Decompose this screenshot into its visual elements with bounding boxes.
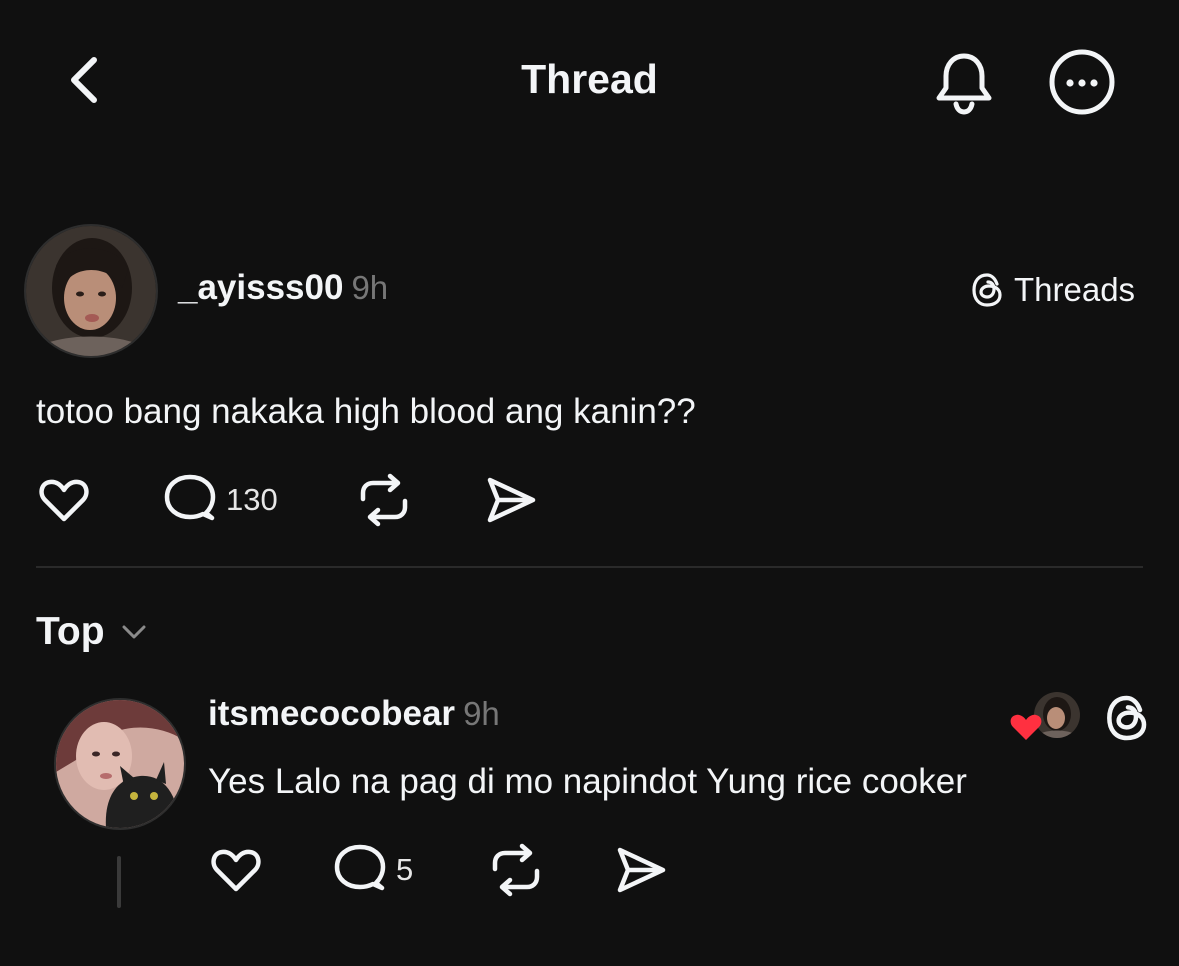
send-icon [487, 477, 536, 523]
post-header: _ayisss00 9h [178, 268, 388, 308]
post-text: totoo bang nakaka high blood ang kanin?? [36, 392, 696, 431]
reply-reply-count: 5 [396, 852, 414, 887]
more-circle-icon [1049, 49, 1115, 115]
profile-photo [56, 700, 184, 828]
threads-logo-icon [1107, 695, 1147, 741]
post-timestamp: 9h [351, 269, 389, 306]
repost-button[interactable] [356, 472, 412, 528]
reply-header: itsmecocobear 9h [208, 694, 500, 734]
more-options-button[interactable] [1046, 46, 1118, 118]
comment-icon [334, 844, 386, 891]
send-icon [617, 847, 666, 893]
reply-share-button[interactable] [612, 842, 668, 898]
avatar[interactable] [24, 224, 158, 358]
threads-badge[interactable]: Threads [970, 270, 1135, 310]
reply-like-button[interactable] [208, 842, 264, 898]
thread-connector-line [117, 856, 121, 908]
profile-photo [26, 226, 156, 356]
post-username[interactable]: _ayisss00 [178, 268, 343, 307]
author-liked-indicator [1008, 690, 1084, 746]
bell-icon [936, 53, 992, 115]
heart-icon [211, 849, 261, 892]
reply-text: Yes Lalo na pag di mo napindot Yung rice… [208, 762, 967, 801]
repost-icon [360, 473, 408, 527]
reply-username[interactable]: itsmecocobear [208, 694, 455, 733]
threads-badge-label: Threads [1014, 271, 1136, 308]
like-button[interactable] [36, 472, 92, 528]
reply-count: 130 [226, 482, 278, 517]
repost-icon [492, 843, 540, 897]
reply-button[interactable]: 130 [162, 472, 278, 528]
threads-logo-icon [972, 273, 1002, 307]
comment-icon [164, 474, 216, 521]
sort-dropdown[interactable]: Top [36, 610, 149, 654]
heart-icon [39, 479, 89, 522]
reply-reply-button[interactable]: 5 [332, 842, 413, 898]
chevron-down-icon [122, 625, 146, 639]
sort-label: Top [36, 610, 105, 653]
reply-avatar[interactable] [54, 698, 186, 830]
reply-timestamp: 9h [463, 695, 500, 732]
page-title: Thread [521, 56, 658, 102]
reply-repost-button[interactable] [488, 842, 544, 898]
divider [36, 566, 1143, 568]
notifications-button[interactable] [928, 46, 1000, 118]
threads-logo-icon[interactable] [1104, 694, 1152, 742]
share-button[interactable] [482, 472, 538, 528]
red-heart-icon [1010, 714, 1042, 740]
